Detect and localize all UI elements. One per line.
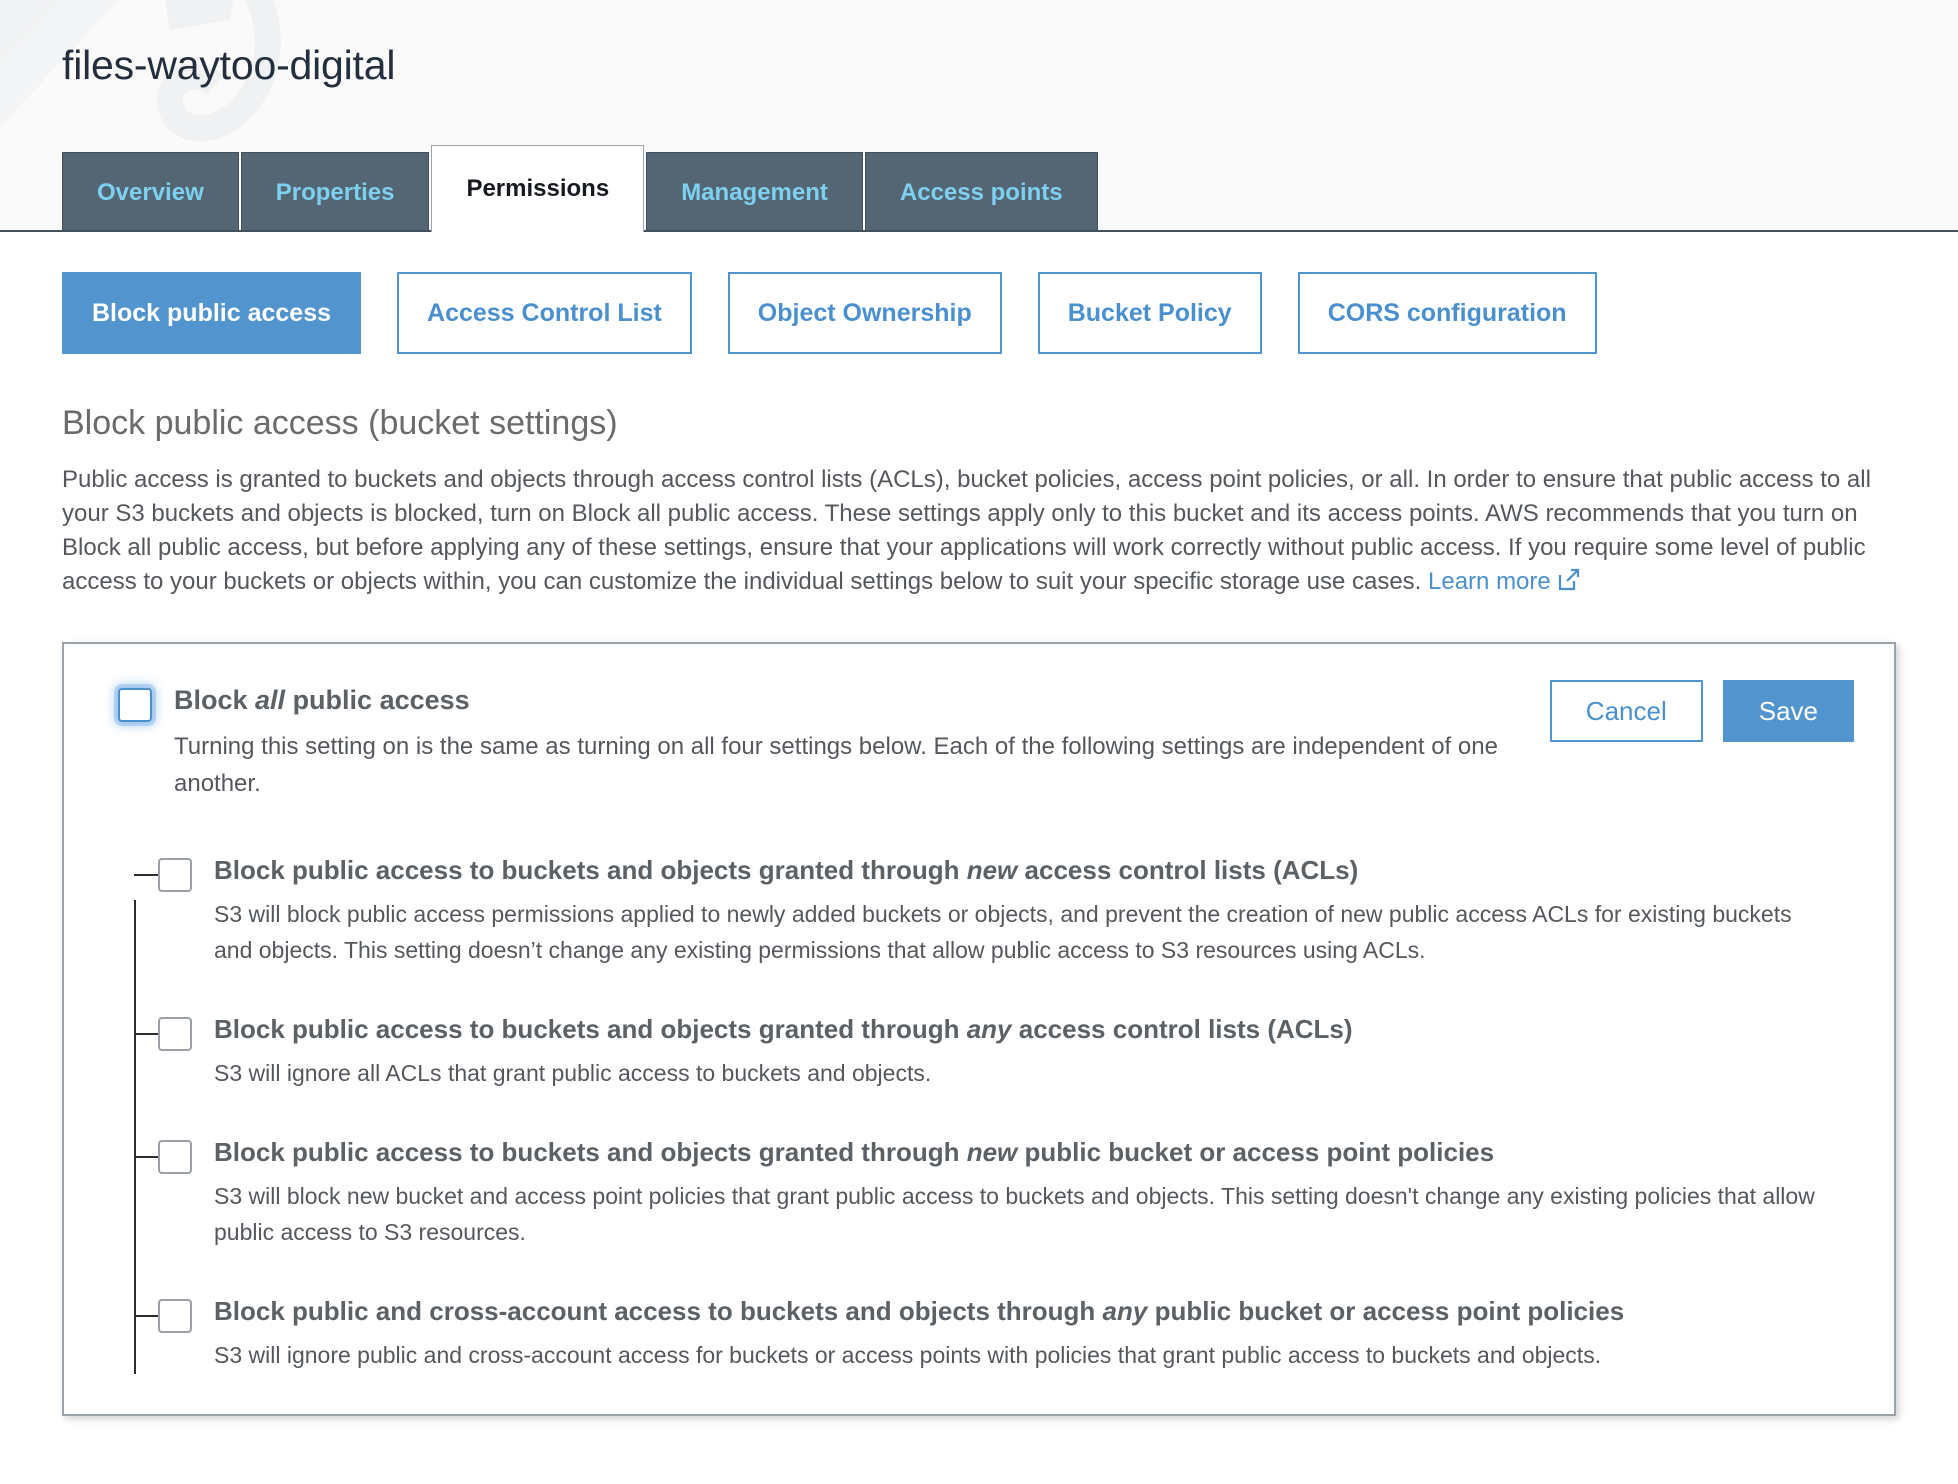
subnav-object-ownership[interactable]: Object Ownership [727, 272, 1002, 354]
master-title-prefix: Block [174, 685, 256, 716]
setting-row-new-acls: Block public access to buckets and objec… [134, 856, 1854, 969]
subnav-access-control-list[interactable]: Access Control List [397, 272, 692, 354]
section-description-text: Public access is granted to buckets and … [62, 466, 1871, 596]
setting-title-suffix: public bucket or access point policies [1017, 1137, 1495, 1168]
block-cross-account-policies-checkbox[interactable] [158, 1299, 192, 1334]
tree-branch-icon [134, 1315, 158, 1318]
tree-branch-icon [134, 1033, 158, 1036]
tab-properties-label: Properties [275, 178, 395, 206]
primary-tab-bar: Overview Properties Permissions Manageme… [62, 145, 1100, 232]
save-button[interactable]: Save [1722, 680, 1854, 743]
subnav-block-public-access-label: Block public access [92, 298, 332, 327]
master-title-emphasis: all [255, 685, 286, 716]
subnav-cors-configuration-label: CORS configuration [1327, 298, 1567, 327]
tab-management-label: Management [681, 178, 828, 206]
block-any-acls-label: Block public access to buckets and objec… [214, 1015, 1854, 1044]
tab-management[interactable]: Management [646, 152, 863, 232]
master-setting-row: Block all public access Turning this set… [118, 680, 1854, 802]
setting-title-suffix: access control lists (ACLs) [1011, 1014, 1353, 1045]
setting-title-emphasis: new [966, 1137, 1018, 1168]
cancel-button[interactable]: Cancel [1549, 680, 1703, 743]
tab-access-points[interactable]: Access points [864, 152, 1098, 232]
setting-row-any-policies: Block public and cross-account access to… [134, 1297, 1854, 1374]
learn-more-link[interactable]: Learn more [1428, 568, 1581, 595]
setting-title-emphasis: any [1102, 1296, 1148, 1327]
block-new-acls-description: S3 will block public access permissions … [214, 901, 1792, 964]
tree-connector-line [134, 900, 136, 1375]
permissions-content: Block public access Access Control List … [0, 232, 1958, 1417]
subnav-object-ownership-label: Object Ownership [757, 298, 972, 327]
block-cross-account-policies-description: S3 will ignore public and cross-account … [214, 1342, 1602, 1369]
block-all-public-access-checkbox[interactable] [118, 688, 152, 723]
permissions-subnav: Block public access Access Control List … [62, 232, 1896, 354]
sub-settings-list: Block public access to buckets and objec… [118, 856, 1854, 1375]
subnav-block-public-access[interactable]: Block public access [62, 272, 362, 354]
setting-text-new-acls: Block public access to buckets and objec… [214, 856, 1854, 969]
block-new-policies-description: S3 will block new bucket and access poin… [214, 1183, 1815, 1246]
tab-permissions-label: Permissions [466, 175, 610, 202]
setting-text-any-acls: Block public access to buckets and objec… [214, 1015, 1854, 1092]
block-cross-account-policies-label: Block public and cross-account access to… [214, 1297, 1854, 1326]
setting-row-new-policies: Block public access to buckets and objec… [134, 1138, 1854, 1251]
block-new-policies-checkbox[interactable] [158, 1140, 192, 1175]
setting-text-any-policies: Block public and cross-account access to… [214, 1297, 1854, 1374]
subnav-bucket-policy[interactable]: Bucket Policy [1037, 272, 1262, 354]
master-title-suffix: public access [285, 685, 470, 716]
setting-text-new-policies: Block public access to buckets and objec… [214, 1138, 1854, 1251]
save-button-label: Save [1758, 695, 1818, 726]
setting-row-any-acls: Block public access to buckets and objec… [134, 1015, 1854, 1092]
setting-title-prefix: Block public and cross-account access to… [214, 1296, 1103, 1327]
tree-branch-icon [134, 1156, 158, 1159]
subnav-cors-configuration[interactable]: CORS configuration [1297, 272, 1597, 354]
block-any-acls-checkbox[interactable] [158, 1017, 192, 1052]
block-all-public-access-description: Turning this setting on is the same as t… [174, 733, 1498, 798]
learn-more-label: Learn more [1428, 568, 1551, 596]
subnav-access-control-list-label: Access Control List [427, 298, 662, 327]
tab-permissions[interactable]: Permissions [431, 145, 645, 232]
tab-overview-label: Overview [97, 178, 204, 206]
block-new-policies-label: Block public access to buckets and objec… [214, 1138, 1854, 1167]
setting-title-prefix: Block public access to buckets and objec… [214, 855, 967, 886]
tree-branch-icon [134, 874, 158, 877]
cancel-button-label: Cancel [1585, 695, 1667, 726]
block-new-acls-label: Block public access to buckets and objec… [214, 856, 1854, 885]
subnav-bucket-policy-label: Bucket Policy [1067, 298, 1232, 327]
block-public-access-panel: Block all public access Turning this set… [62, 642, 1896, 1417]
tab-bar-rule [0, 230, 1958, 232]
panel-action-buttons: Cancel Save [1549, 680, 1854, 743]
tab-access-points-label: Access points [899, 178, 1063, 206]
bucket-name-title: files-waytoo-digital [62, 42, 396, 88]
setting-title-emphasis: new [966, 855, 1018, 886]
tab-properties[interactable]: Properties [240, 152, 430, 232]
setting-title-suffix: public bucket or access point policies [1147, 1296, 1625, 1327]
section-description: Public access is granted to buckets and … [62, 463, 1892, 602]
tab-overview[interactable]: Overview [62, 152, 239, 232]
setting-title-emphasis: any [966, 1014, 1012, 1045]
block-any-acls-description: S3 will ignore all ACLs that grant publi… [214, 1060, 932, 1087]
setting-title-suffix: access control lists (ACLs) [1017, 855, 1359, 886]
external-link-icon [1557, 568, 1581, 602]
block-new-acls-checkbox[interactable] [158, 858, 192, 893]
page-header: files-waytoo-digital Overview Properties… [0, 0, 1958, 232]
setting-title-prefix: Block public access to buckets and objec… [214, 1137, 967, 1168]
setting-title-prefix: Block public access to buckets and objec… [214, 1014, 967, 1045]
section-heading: Block public access (bucket settings) [62, 404, 618, 442]
